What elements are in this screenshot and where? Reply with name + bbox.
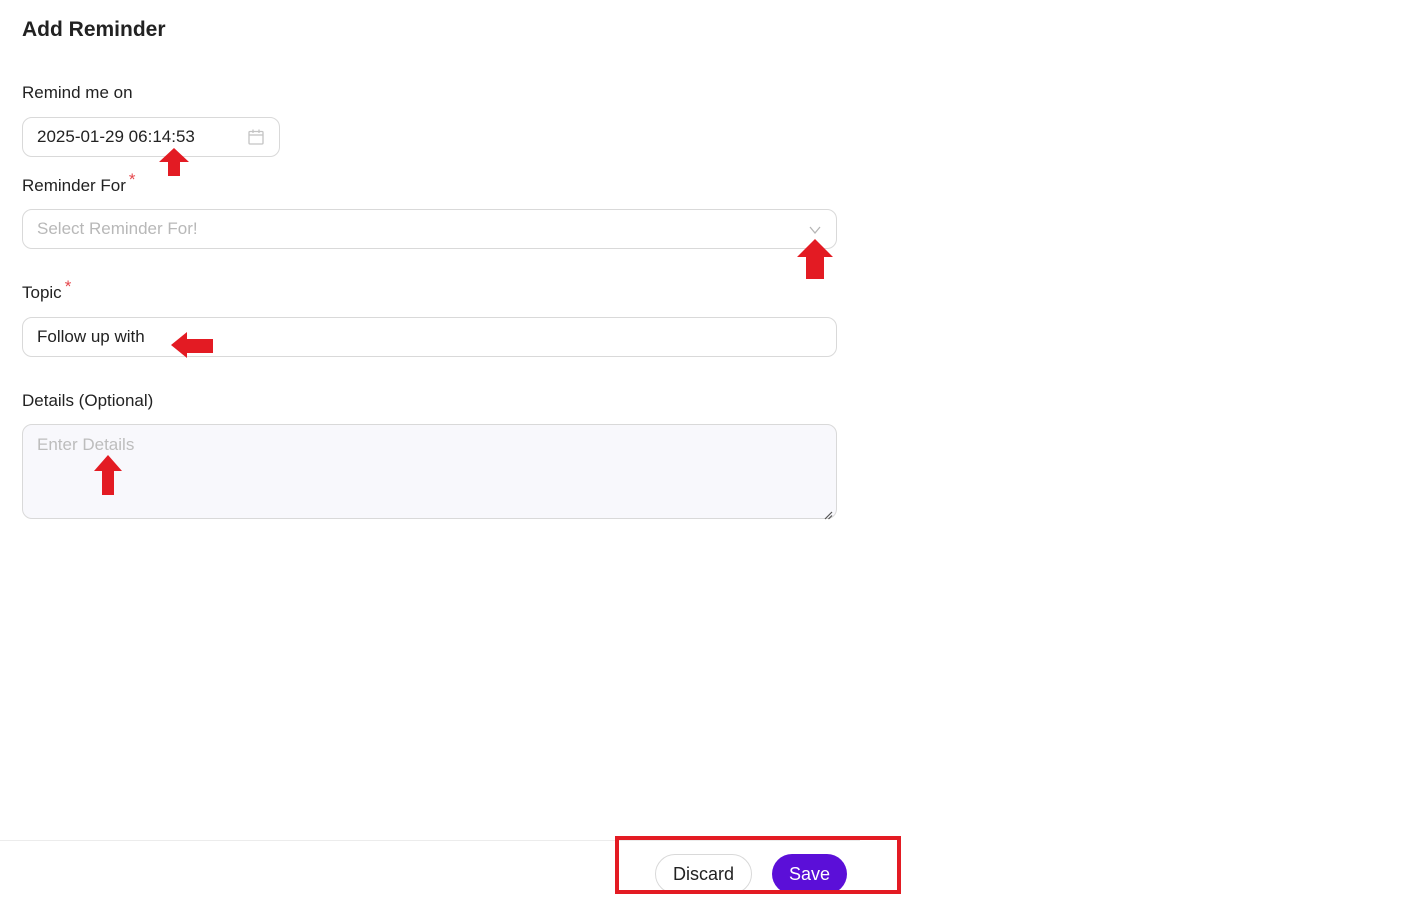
save-button[interactable]: Save [772,854,847,894]
remind-on-label: Remind me on [22,83,133,103]
resize-handle-icon[interactable] [823,505,833,520]
reminder-for-label-text: Reminder For [22,176,126,195]
remind-on-value: 2025-01-29 06:14:53 [37,127,195,146]
page-title: Add Reminder [22,18,166,41]
topic-label: Topic * [22,277,71,303]
add-reminder-panel: Add Reminder Remind me on 2025-01-29 06:… [0,0,860,902]
chevron-down-icon[interactable] [808,222,822,236]
topic-input[interactable] [37,327,822,347]
footer-divider [0,840,860,841]
topic-label-text: Topic [22,283,62,302]
reminder-for-placeholder: Select Reminder For! [37,219,198,238]
details-field[interactable] [22,424,837,520]
discard-button[interactable]: Discard [655,854,752,894]
details-textarea[interactable] [37,435,822,505]
details-label-text: Details (Optional) [22,391,154,410]
details-label: Details (Optional) [22,391,153,411]
reminder-for-label: Reminder For * [22,170,136,196]
topic-field[interactable] [22,317,837,357]
remind-on-date-picker[interactable]: 2025-01-29 06:14:53 [22,117,280,157]
remind-on-label-text: Remind me on [22,83,133,102]
required-asterisk: * [64,277,72,296]
reminder-for-select[interactable]: Select Reminder For! [22,209,837,249]
required-asterisk: * [128,170,136,189]
calendar-icon[interactable] [247,128,265,146]
